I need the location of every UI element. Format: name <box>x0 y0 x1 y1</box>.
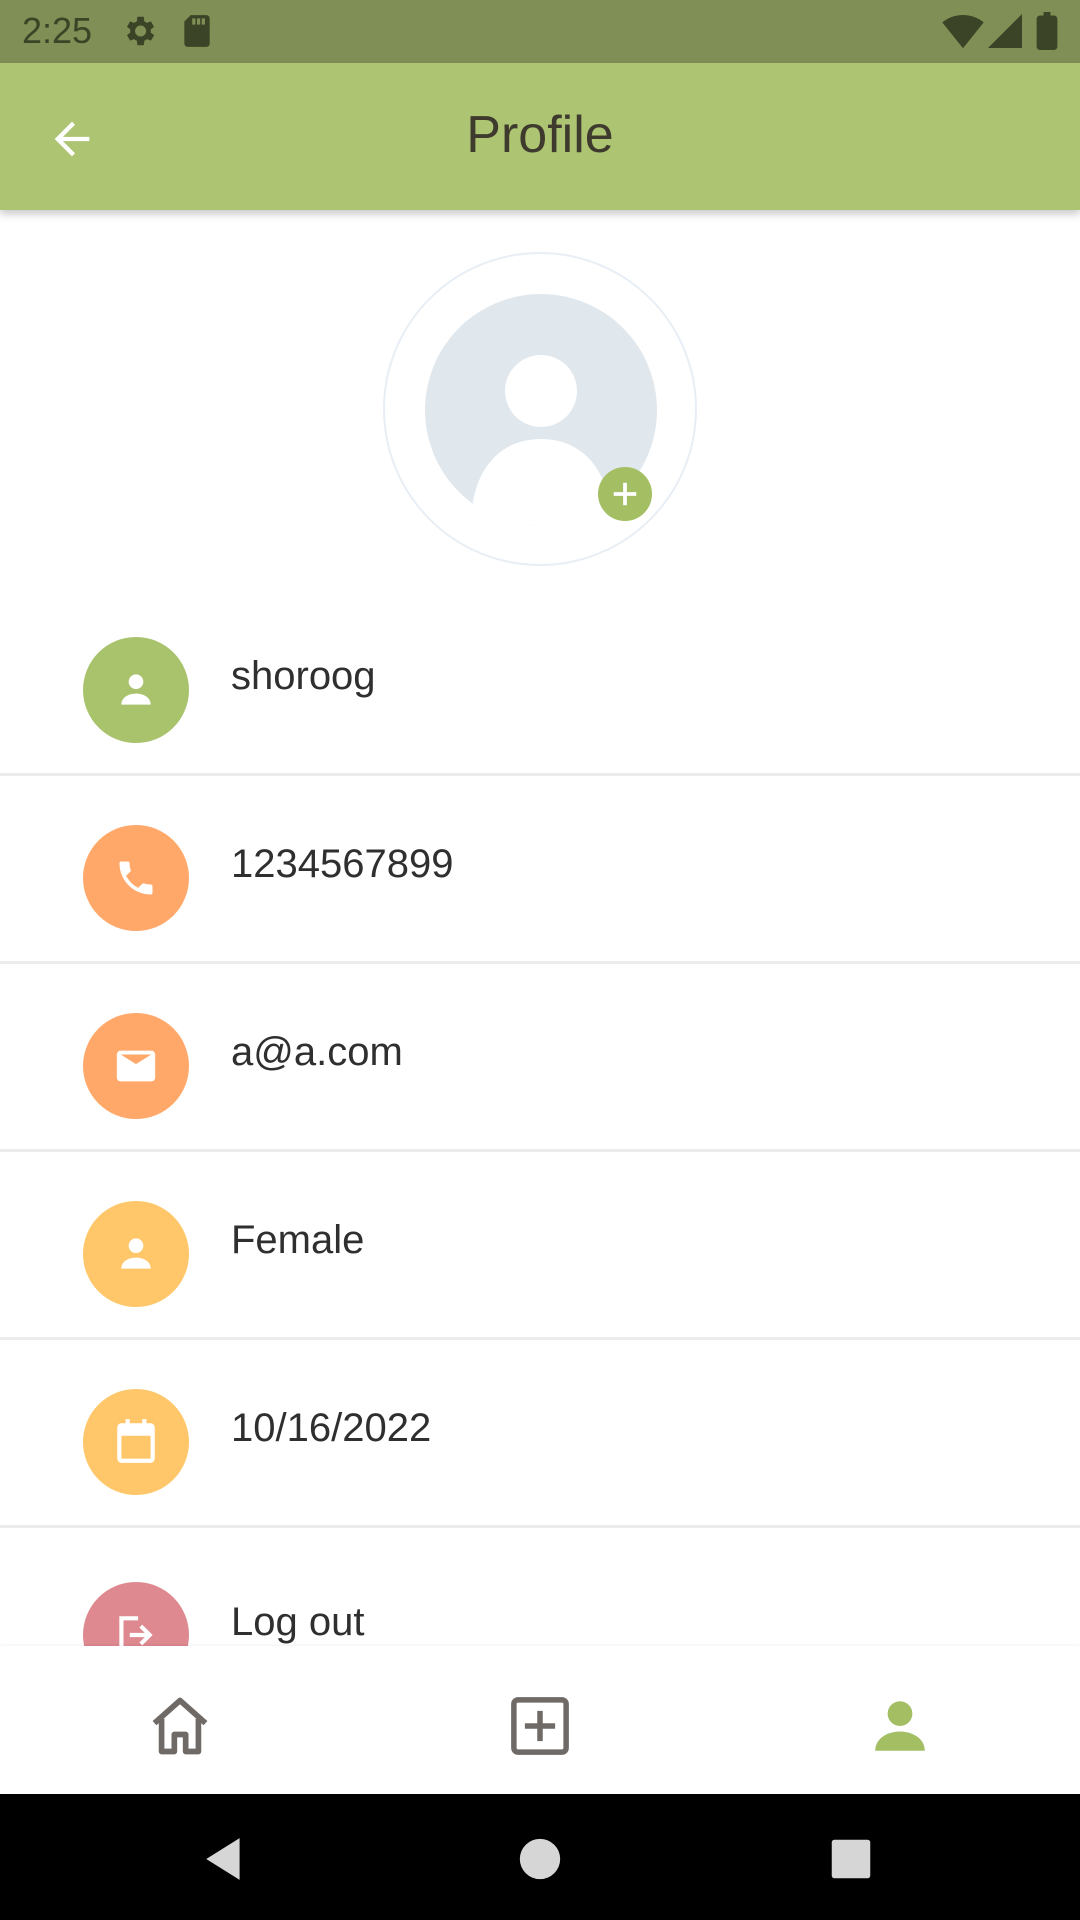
app-bar: Profile <box>0 63 1080 210</box>
gender-value: Female <box>231 1218 365 1262</box>
birthdate-value: 10/16/2022 <box>231 1406 432 1450</box>
settings-icon <box>120 12 158 55</box>
person-icon <box>121 674 151 705</box>
field-icon-circle <box>83 1201 189 1307</box>
add-photo-button[interactable] <box>598 467 652 521</box>
logout-icon <box>119 1616 153 1646</box>
status-time: 2:25 <box>22 10 93 51</box>
wifi-icon <box>942 12 984 55</box>
system-navigation-bar <box>0 1794 1080 1920</box>
recents-square-icon <box>831 1839 871 1879</box>
battery-icon <box>1036 12 1058 55</box>
logout-label: Log out <box>231 1600 365 1644</box>
page-title: Profile <box>466 106 614 164</box>
email-value: a@a.com <box>231 1030 403 1074</box>
logout-item[interactable]: Log out <box>0 1542 1080 1646</box>
nav-profile[interactable] <box>860 1686 940 1766</box>
profile-field-phone: 1234567899 <box>0 776 1080 964</box>
back-triangle-icon <box>206 1838 240 1880</box>
avatar[interactable] <box>383 252 697 566</box>
home-icon <box>152 1697 208 1755</box>
profile-field-name: shoroog <box>0 588 1080 776</box>
plus-icon <box>613 482 637 506</box>
person-icon <box>121 1238 151 1269</box>
nav-home[interactable] <box>140 1686 220 1766</box>
profile-field-birthdate: 10/16/2022 <box>0 1340 1080 1528</box>
field-icon-circle <box>83 1389 189 1495</box>
field-icon-circle <box>83 825 189 931</box>
signal-icon <box>988 12 1022 55</box>
profile-field-email: a@a.com <box>0 964 1080 1152</box>
field-icon-circle <box>83 1013 189 1119</box>
email-icon <box>116 1050 156 1082</box>
bottom-navigation <box>0 1646 1080 1794</box>
sd-card-icon <box>180 12 214 55</box>
home-circle-icon <box>519 1838 561 1880</box>
status-bar: 2:25 <box>0 0 1080 63</box>
system-back-button[interactable] <box>190 1824 260 1894</box>
phone-value: 1234567899 <box>231 842 454 886</box>
calendar-icon <box>117 1419 155 1463</box>
profile-field-gender: Female <box>0 1152 1080 1340</box>
field-icon-circle <box>83 1582 189 1646</box>
name-value: shoroog <box>231 654 376 698</box>
field-icon-circle <box>83 637 189 743</box>
phone-icon <box>119 861 153 895</box>
nav-add[interactable] <box>500 1686 580 1766</box>
person-icon <box>875 1701 925 1751</box>
system-recents-button[interactable] <box>816 1824 886 1894</box>
system-home-button[interactable] <box>505 1824 575 1894</box>
add-box-icon <box>511 1697 569 1755</box>
